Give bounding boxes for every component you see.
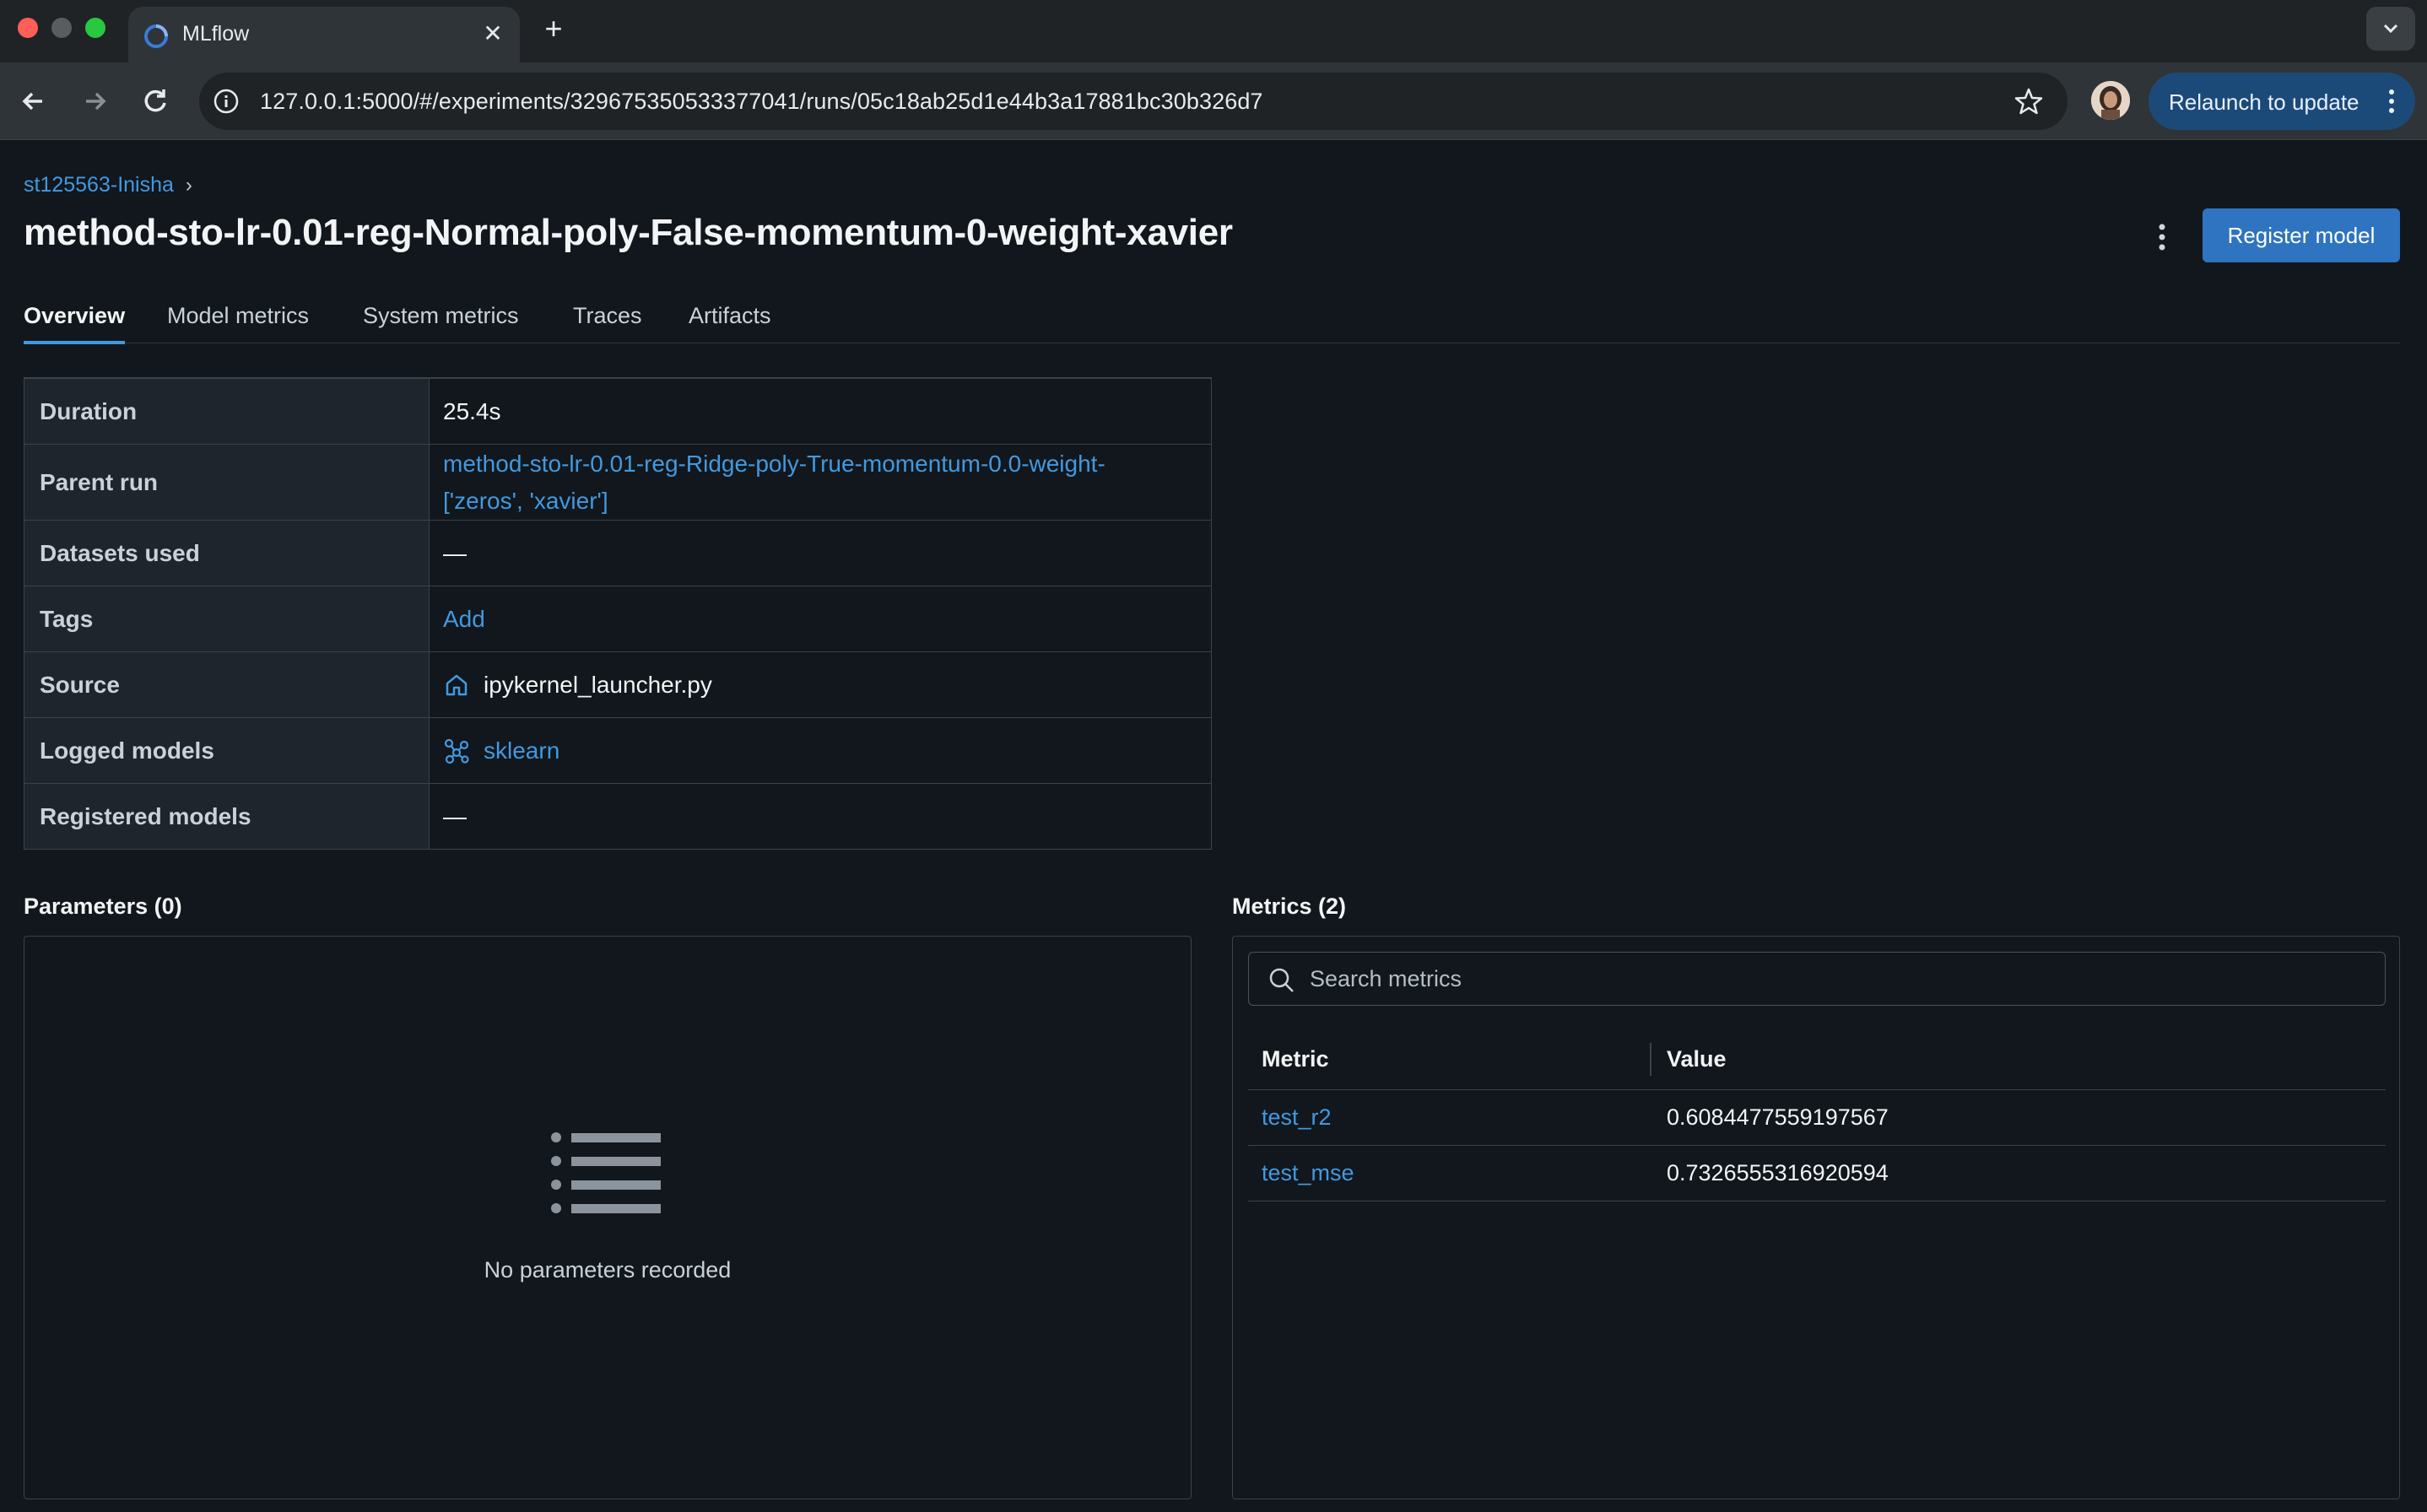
metrics-search-box[interactable] bbox=[1248, 952, 2386, 1006]
new-tab-button[interactable]: + bbox=[535, 10, 572, 47]
details-value: — bbox=[443, 802, 467, 829]
search-icon bbox=[1269, 968, 1294, 992]
tab-title: MLflow bbox=[182, 22, 250, 46]
details-value: 25.4s bbox=[443, 397, 501, 424]
table-row: test_mse 0.7326555316920594 bbox=[1248, 1146, 2386, 1202]
metrics-panel: Metric Value test_r2 0.6084477559197567 … bbox=[1232, 936, 2400, 1499]
details-value: sklearn bbox=[430, 718, 1211, 783]
forward-icon[interactable] bbox=[74, 81, 115, 122]
parent-run-line2[interactable]: ['zeros', 'xavier'] bbox=[443, 483, 608, 520]
relaunch-label: Relaunch to update bbox=[2169, 89, 2359, 115]
parameters-title: Parameters (0) bbox=[24, 894, 182, 919]
details-value: Add bbox=[430, 586, 1211, 651]
details-key: Source bbox=[24, 652, 430, 717]
details-value: — bbox=[443, 539, 467, 566]
tab-model-metrics[interactable]: Model metrics bbox=[167, 303, 309, 343]
metrics-table-header: Metric Value bbox=[1248, 1029, 2386, 1090]
metrics-title: Metrics (2) bbox=[1232, 894, 1347, 919]
empty-state-text: No parameters recorded bbox=[484, 1257, 732, 1282]
details-key: Tags bbox=[24, 586, 430, 651]
address-bar[interactable]: 127.0.0.1:5000/#/experiments/32967535053… bbox=[199, 73, 2068, 130]
page-title: method-sto-lr-0.01-reg-Normal-poly-False… bbox=[24, 212, 1233, 253]
details-row-parent-run: Parent run method-sto-lr-0.01-reg-Ridge-… bbox=[24, 444, 1211, 520]
details-key: Parent run bbox=[24, 445, 430, 520]
details-key: Registered models bbox=[24, 784, 430, 849]
more-options-icon[interactable] bbox=[2147, 219, 2177, 256]
metric-name-link[interactable]: test_mse bbox=[1262, 1160, 1354, 1186]
profile-avatar[interactable] bbox=[2091, 81, 2130, 120]
table-row: test_r2 0.6084477559197567 bbox=[1248, 1090, 2386, 1146]
column-header-value[interactable]: Value bbox=[1651, 1029, 2386, 1089]
url-text[interactable]: 127.0.0.1:5000/#/experiments/32967535053… bbox=[260, 89, 1263, 115]
minimize-window-button[interactable] bbox=[51, 18, 72, 38]
register-model-button[interactable]: Register model bbox=[2203, 208, 2400, 262]
profile-picture-icon bbox=[2091, 81, 2130, 120]
tab-overview[interactable]: Overview bbox=[24, 303, 126, 344]
details-row-tags: Tags Add bbox=[24, 586, 1211, 651]
metric-value: 0.7326555316920594 bbox=[1667, 1160, 1889, 1185]
home-icon bbox=[446, 674, 468, 695]
details-key: Duration bbox=[24, 379, 430, 444]
breadcrumb: st125563-Inisha › bbox=[24, 173, 192, 197]
details-value: ipykernel_launcher.py bbox=[430, 652, 1211, 717]
metric-value: 0.6084477559197567 bbox=[1667, 1104, 1889, 1130]
details-row-duration: Duration 25.4s bbox=[24, 378, 1211, 444]
list-icon bbox=[551, 1132, 661, 1213]
details-key: Logged models bbox=[24, 718, 430, 783]
search-metrics-input[interactable] bbox=[1310, 953, 2373, 1005]
site-info-icon[interactable] bbox=[211, 86, 241, 116]
run-page: st125563-Inisha › method-sto-lr-0.01-reg… bbox=[0, 141, 2427, 1512]
more-vert-icon bbox=[2389, 89, 2394, 113]
parent-run-line1[interactable]: method-sto-lr-0.01-reg-Ridge-poly-True-m… bbox=[443, 446, 1105, 483]
back-icon[interactable] bbox=[14, 81, 54, 122]
relaunch-button[interactable]: Relaunch to update bbox=[2149, 73, 2415, 130]
details-row-source: Source ipykernel_launcher.py bbox=[24, 651, 1211, 717]
metrics-table: Metric Value test_r2 0.6084477559197567 … bbox=[1248, 1029, 2386, 1202]
bookmark-star-icon[interactable] bbox=[2013, 86, 2044, 116]
tab-traces[interactable]: Traces bbox=[573, 303, 642, 343]
details-row-logged-models: Logged models sklearn bbox=[24, 717, 1211, 783]
breadcrumb-experiment-link[interactable]: st125563-Inisha bbox=[24, 173, 174, 197]
add-tag-link[interactable]: Add bbox=[443, 606, 485, 633]
tab-system-metrics[interactable]: System metrics bbox=[363, 303, 519, 343]
run-details-table: Duration 25.4s Parent run method-sto-lr-… bbox=[24, 377, 1212, 850]
maximize-window-button[interactable] bbox=[85, 18, 105, 38]
details-row-registered-models: Registered models — bbox=[24, 783, 1211, 849]
logged-model-link[interactable]: sklearn bbox=[484, 737, 559, 764]
browser-toolbar: 127.0.0.1:5000/#/experiments/32967535053… bbox=[0, 62, 2427, 140]
details-key: Datasets used bbox=[24, 521, 430, 586]
column-header-metric[interactable]: Metric bbox=[1248, 1029, 1651, 1089]
metric-name-link[interactable]: test_r2 bbox=[1262, 1104, 1332, 1131]
model-icon bbox=[444, 738, 469, 764]
reload-icon[interactable] bbox=[135, 81, 176, 122]
close-tab-icon[interactable]: ✕ bbox=[478, 19, 508, 49]
close-window-button[interactable] bbox=[18, 18, 38, 38]
parameters-panel: No parameters recorded bbox=[24, 936, 1192, 1499]
tab-search-button[interactable] bbox=[2366, 7, 2415, 51]
details-row-datasets: Datasets used — bbox=[24, 520, 1211, 586]
loading-icon bbox=[144, 24, 168, 48]
chevron-right-icon: › bbox=[185, 173, 192, 197]
source-name[interactable]: ipykernel_launcher.py bbox=[484, 672, 712, 699]
browser-tabstrip: MLflow ✕ + bbox=[0, 0, 2427, 62]
chevron-down-icon bbox=[2383, 24, 2398, 34]
parent-run-link[interactable]: method-sto-lr-0.01-reg-Ridge-poly-True-m… bbox=[430, 445, 1211, 520]
browser-tab[interactable]: MLflow ✕ bbox=[128, 7, 520, 62]
run-tabs: Overview Model metrics System metrics Tr… bbox=[24, 303, 2400, 344]
tab-artifacts[interactable]: Artifacts bbox=[689, 303, 771, 343]
